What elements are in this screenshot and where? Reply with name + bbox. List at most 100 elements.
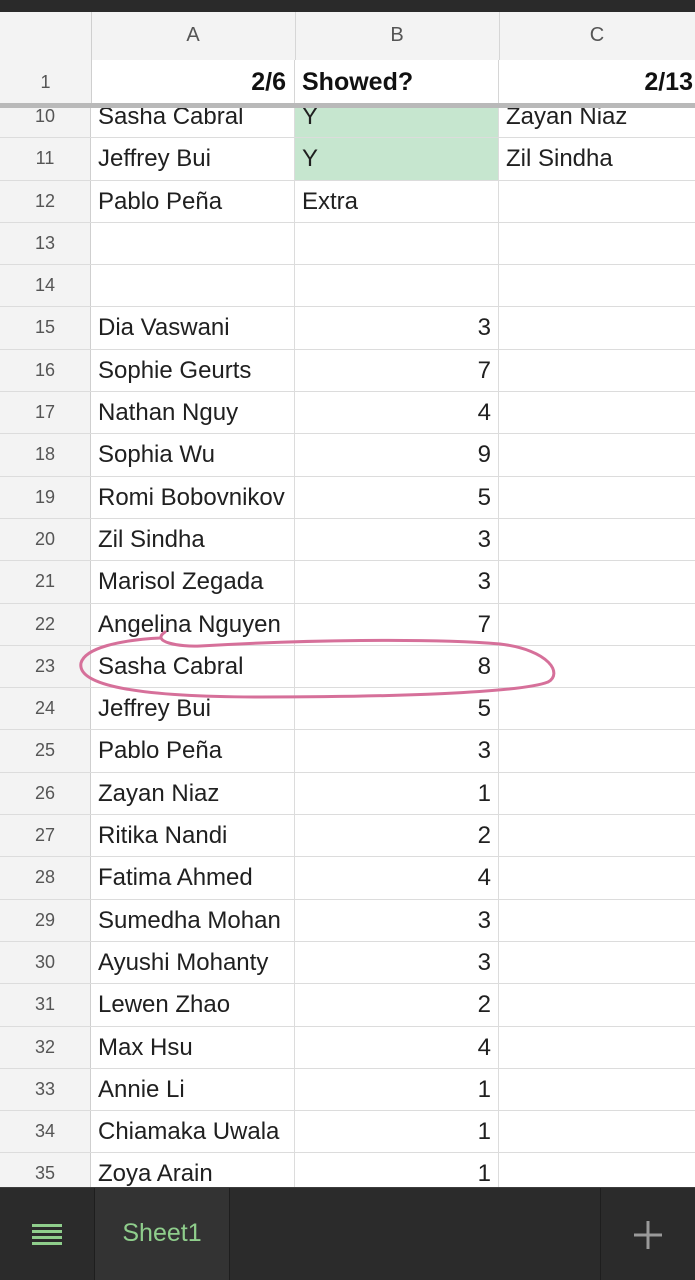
cell-b[interactable]: 3 bbox=[295, 730, 499, 772]
cell-c[interactable] bbox=[499, 265, 695, 306]
cell-a[interactable]: Lewen Zhao bbox=[91, 984, 295, 1026]
cell-a[interactable]: Sumedha Mohan bbox=[91, 899, 295, 941]
row-number[interactable]: 29 bbox=[0, 899, 91, 941]
cell-a[interactable]: Romi Bobovnikov bbox=[91, 476, 295, 518]
cell-c[interactable] bbox=[499, 561, 695, 602]
cell-c[interactable] bbox=[499, 900, 695, 941]
row-number[interactable]: 27 bbox=[0, 815, 91, 857]
cell-c[interactable] bbox=[499, 1111, 695, 1152]
cell-c[interactable] bbox=[499, 1027, 695, 1068]
row-number[interactable]: 24 bbox=[0, 688, 91, 730]
row-number[interactable]: 19 bbox=[0, 476, 91, 518]
cell-b[interactable] bbox=[295, 222, 499, 265]
cell-a[interactable]: Nathan Nguy bbox=[91, 392, 295, 434]
cell-a[interactable]: Ritika Nandi bbox=[91, 815, 295, 857]
cell-a[interactable]: Sophie Geurts bbox=[91, 349, 295, 392]
row-number[interactable]: 15 bbox=[0, 307, 91, 349]
cell-a[interactable]: Max Hsu bbox=[91, 1026, 295, 1068]
cell-b[interactable]: 3 bbox=[295, 561, 499, 603]
cell-b[interactable]: 2 bbox=[295, 984, 499, 1026]
cell-a[interactable]: Sophia Wu bbox=[91, 434, 295, 476]
cell-c[interactable] bbox=[499, 181, 695, 222]
row-number[interactable]: 30 bbox=[0, 941, 91, 984]
row-number[interactable]: 22 bbox=[0, 603, 91, 645]
cell-c[interactable] bbox=[499, 942, 695, 983]
cell-c[interactable] bbox=[499, 646, 695, 687]
cell-c[interactable] bbox=[499, 307, 695, 348]
row-number[interactable]: 34 bbox=[0, 1111, 91, 1153]
cell-b[interactable]: 7 bbox=[295, 603, 499, 645]
cell-c[interactable] bbox=[499, 815, 695, 856]
row-number[interactable]: 26 bbox=[0, 772, 91, 815]
row-number[interactable]: 35 bbox=[0, 1153, 91, 1187]
cell-b[interactable]: Extra bbox=[295, 180, 499, 222]
row-number[interactable]: 13 bbox=[0, 222, 91, 265]
cell-b[interactable]: 4 bbox=[295, 857, 499, 899]
cell-c[interactable] bbox=[499, 857, 695, 898]
row-number[interactable]: 33 bbox=[0, 1068, 91, 1111]
cell-c[interactable] bbox=[499, 688, 695, 729]
cell-b[interactable]: 1 bbox=[295, 772, 499, 815]
cell-c[interactable] bbox=[499, 730, 695, 771]
row-number[interactable]: 12 bbox=[0, 180, 91, 222]
cell-a[interactable] bbox=[91, 265, 295, 307]
cell-a[interactable]: Annie Li bbox=[91, 1068, 295, 1111]
column-header-b[interactable]: B bbox=[295, 12, 500, 60]
cell-a[interactable]: Dia Vaswani bbox=[91, 307, 295, 349]
row-number[interactable]: 16 bbox=[0, 349, 91, 392]
cell-a[interactable] bbox=[91, 222, 295, 265]
cell-c[interactable] bbox=[499, 604, 695, 645]
cell-b[interactable]: 3 bbox=[295, 941, 499, 984]
row-number[interactable]: 11 bbox=[0, 138, 91, 180]
cell-b[interactable]: 1 bbox=[295, 1111, 499, 1153]
sheets-menu-button[interactable] bbox=[0, 1188, 95, 1280]
cell-a[interactable]: Zoya Arain bbox=[91, 1153, 295, 1187]
cell-b[interactable]: 7 bbox=[295, 349, 499, 392]
cell-c[interactable] bbox=[499, 392, 695, 433]
header-cell-a1[interactable]: 2/6 bbox=[91, 60, 295, 104]
row-number[interactable]: 25 bbox=[0, 730, 91, 772]
cell-b[interactable]: 5 bbox=[295, 688, 499, 730]
row-number[interactable]: 17 bbox=[0, 392, 91, 434]
row-number[interactable]: 31 bbox=[0, 984, 91, 1026]
cell-c[interactable] bbox=[499, 519, 695, 560]
cell-b[interactable]: 1 bbox=[295, 1068, 499, 1111]
row-number[interactable]: 10 bbox=[0, 108, 91, 138]
cell-b[interactable] bbox=[295, 265, 499, 307]
cell-b[interactable]: 2 bbox=[295, 815, 499, 857]
cell-a[interactable]: Jeffrey Bui bbox=[91, 688, 295, 730]
cell-b[interactable]: 9 bbox=[295, 434, 499, 476]
cell-b[interactable]: 3 bbox=[295, 518, 499, 561]
sheet-tab-sheet1[interactable]: Sheet1 bbox=[95, 1188, 230, 1280]
cell-a[interactable]: Ayushi Mohanty bbox=[91, 941, 295, 984]
row-number[interactable]: 18 bbox=[0, 434, 91, 476]
cell-a[interactable]: Zil Sindha bbox=[91, 518, 295, 561]
cell-b[interactable]: Y bbox=[295, 108, 499, 138]
cell-c[interactable] bbox=[499, 1069, 695, 1110]
cell-b[interactable]: 3 bbox=[295, 899, 499, 941]
cell-c[interactable] bbox=[499, 984, 695, 1025]
cell-b[interactable]: 5 bbox=[295, 476, 499, 518]
add-sheet-button[interactable] bbox=[600, 1188, 695, 1280]
cell-c[interactable] bbox=[499, 1153, 695, 1187]
cell-b[interactable]: 4 bbox=[295, 1026, 499, 1068]
cell-c[interactable] bbox=[499, 773, 695, 814]
cell-c[interactable]: Zayan Niaz bbox=[499, 108, 695, 137]
cell-a[interactable]: Fatima Ahmed bbox=[91, 857, 295, 899]
cell-a[interactable]: Jeffrey Bui bbox=[91, 138, 295, 180]
cell-a[interactable]: Pablo Peña bbox=[91, 180, 295, 222]
cell-c[interactable] bbox=[499, 434, 695, 475]
row-number[interactable]: 20 bbox=[0, 518, 91, 561]
row-number[interactable]: 23 bbox=[0, 645, 91, 688]
column-header-c[interactable]: C bbox=[499, 12, 695, 60]
cell-c[interactable]: Zil Sindha bbox=[499, 138, 695, 179]
column-header-a[interactable]: A bbox=[91, 12, 296, 60]
cell-b[interactable]: 8 bbox=[295, 645, 499, 688]
cell-a[interactable]: Pablo Peña bbox=[91, 730, 295, 772]
cell-a[interactable]: Sasha Cabral bbox=[91, 108, 295, 138]
cell-a[interactable]: Marisol Zegada bbox=[91, 561, 295, 603]
cell-c[interactable] bbox=[499, 350, 695, 391]
cell-a[interactable]: Sasha Cabral bbox=[91, 645, 295, 688]
row-number[interactable]: 21 bbox=[0, 561, 91, 603]
cell-c[interactable] bbox=[499, 477, 695, 518]
